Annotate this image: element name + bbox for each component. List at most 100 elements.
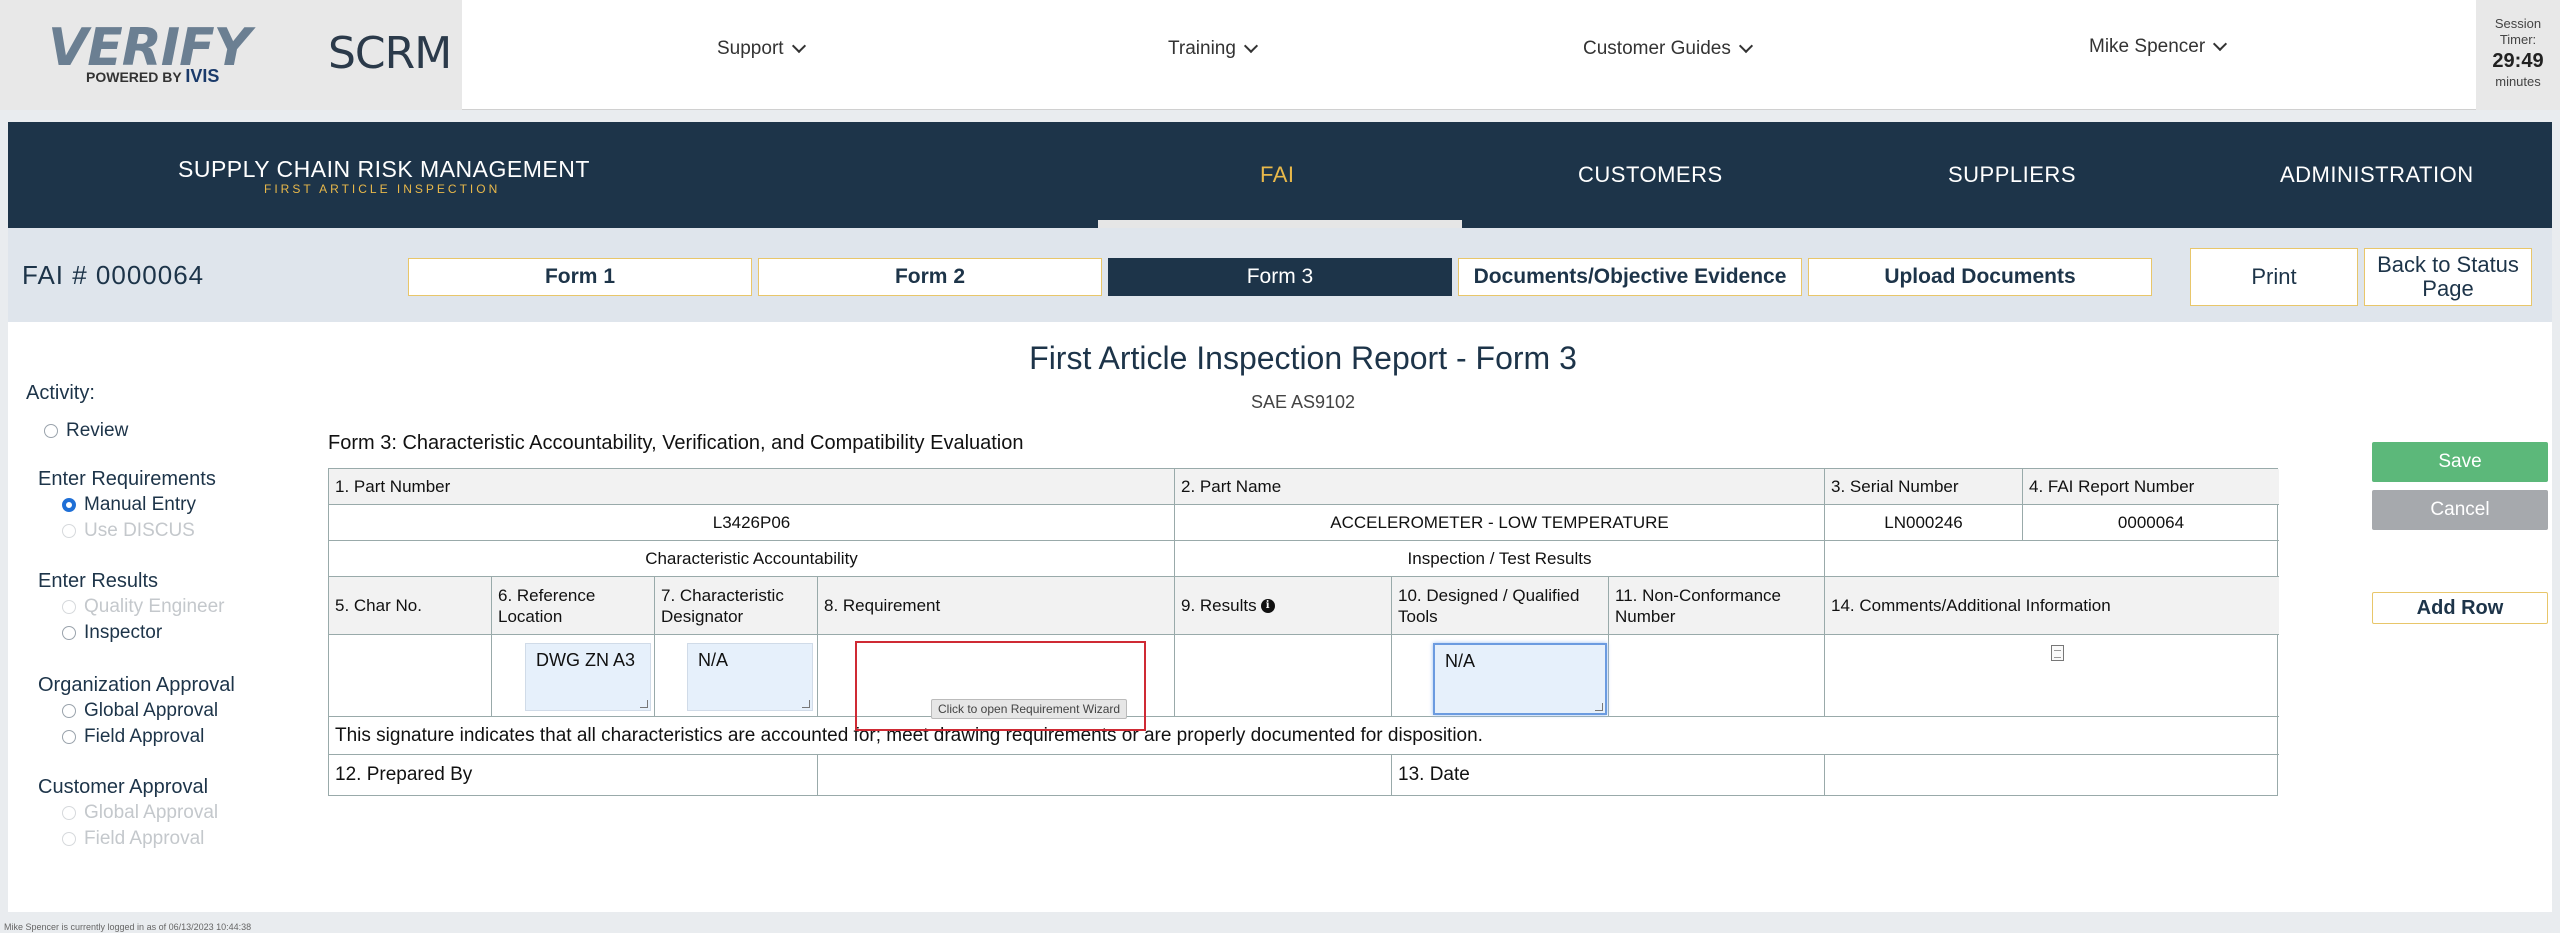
radio-cust-field-approval: Field Approval [62, 828, 204, 850]
main-nav-customers[interactable]: CUSTOMERS [1578, 162, 1723, 188]
resize-handle-icon[interactable] [640, 700, 648, 708]
radio-org-field-approval[interactable]: Field Approval [62, 726, 204, 748]
tools-input[interactable]: N/A [1433, 643, 1607, 715]
radio-org-global-approval-label: Global Approval [84, 700, 219, 721]
main-nav-fai[interactable]: FAI [1260, 162, 1295, 188]
radio-use-discus-label: Use DISCUS [84, 520, 195, 541]
nav-training[interactable]: Training [1168, 38, 1259, 60]
tab-documents-objective-evidence[interactable]: Documents/Objective Evidence [1458, 258, 1802, 296]
prepared-by-label: 12. Prepared By [329, 755, 818, 795]
nav-support[interactable]: Support [717, 38, 806, 60]
col-results: 9. Results i [1175, 577, 1392, 635]
characteristic-designator-value: N/A [698, 650, 729, 670]
signature-statement: This signature indicates that all charac… [329, 717, 2279, 755]
radio-selected-icon [62, 498, 76, 512]
back-to-status-label: Back to Status [2377, 252, 2519, 277]
form-description: Form 3: Characteristic Accountability, V… [328, 432, 1024, 454]
page-subtitle: SAE AS9102 [1250, 392, 1356, 412]
app-subtitle: FIRST ARTICLE INSPECTION [264, 182, 501, 196]
radio-icon [62, 832, 76, 846]
fai-number: FAI # 0000064 [22, 260, 205, 290]
radio-icon [62, 704, 76, 718]
col-char-no: 5. Char No. [329, 577, 492, 635]
logo-area: VERIFY POWERED BY IVIS SCRM [0, 0, 462, 110]
radio-icon [62, 600, 76, 614]
radio-icon [62, 730, 76, 744]
cancel-button[interactable]: Cancel [2372, 490, 2548, 530]
header-serial-number: 3. Serial Number [1825, 469, 2023, 505]
document-icon[interactable] [2051, 645, 2064, 661]
value-fai-report-number: 0000064 [2023, 505, 2279, 541]
tab-form-2[interactable]: Form 2 [758, 258, 1102, 296]
login-status-footer: Mike Spencer is currently logged in as o… [4, 922, 252, 932]
top-bar: VERIFY POWERED BY IVIS SCRM Support Trai… [0, 0, 2560, 110]
user-menu[interactable]: Mike Spencer [2089, 36, 2228, 58]
session-timer-value: 29:49 [2492, 50, 2544, 72]
main-nav-band: SUPPLY CHAIN RISK MANAGEMENT FIRST ARTIC… [8, 122, 2552, 228]
cell-non-conformance [1609, 635, 1825, 717]
tab-upload-documents[interactable]: Upload Documents [1808, 258, 2152, 296]
back-to-status-button[interactable]: Back to Status Page [2364, 248, 2532, 306]
group-enter-requirements: Enter Requirements [38, 468, 216, 490]
radio-review-label: Review [66, 420, 129, 441]
header-part-name: 2. Part Name [1175, 469, 1825, 505]
back-to-status-label-2: Page [2422, 276, 2474, 301]
add-row-button[interactable]: Add Row [2372, 592, 2548, 624]
col-requirement: 8. Requirement [818, 577, 1175, 635]
form-content: Activity: Review Enter Requirements Manu… [8, 322, 2552, 912]
section-empty [1825, 541, 2279, 577]
main-nav-administration[interactable]: ADMINISTRATION [2280, 162, 2474, 188]
radio-quality-engineer-label: Quality Engineer [84, 596, 225, 617]
date-label: 13. Date [1392, 755, 1825, 795]
tab-form-1[interactable]: Form 1 [408, 258, 752, 296]
value-part-number: L3426P06 [329, 505, 1175, 541]
resize-handle-icon[interactable] [1595, 703, 1603, 711]
session-timer-unit: minutes [2495, 74, 2541, 89]
group-organization-approval: Organization Approval [38, 674, 235, 696]
user-name: Mike Spencer [2089, 36, 2206, 57]
info-icon[interactable]: i [1260, 598, 1275, 613]
chevron-down-icon [2213, 36, 2228, 52]
form3-table: 1. Part Number 2. Part Name 3. Serial Nu… [328, 468, 2279, 796]
radio-inspector-label: Inspector [84, 622, 163, 643]
col-comments: 14. Comments/Additional Information [1825, 577, 2279, 635]
radio-manual-entry[interactable]: Manual Entry [62, 494, 196, 516]
reference-location-input[interactable]: DWG ZN A3 [525, 643, 651, 711]
chevron-down-icon [1738, 38, 1753, 54]
app-title: SUPPLY CHAIN RISK MANAGEMENT [178, 156, 590, 182]
nav-support-label: Support [717, 38, 784, 59]
cell-results [1175, 635, 1392, 717]
header-fai-report-number: 4. FAI Report Number [2023, 469, 2279, 505]
header-part-number: 1. Part Number [329, 469, 1175, 505]
print-button[interactable]: Print [2190, 248, 2358, 306]
radio-org-global-approval[interactable]: Global Approval [62, 700, 218, 722]
radio-use-discus: Use DISCUS [62, 520, 195, 542]
form-tabs-bar: FAI # 0000064 Form 1 Form 2 Form 3 Docum… [8, 228, 2552, 322]
radio-org-field-approval-label: Field Approval [84, 726, 205, 747]
radio-cust-global-approval: Global Approval [62, 802, 218, 824]
save-button[interactable]: Save [2372, 442, 2548, 482]
radio-quality-engineer: Quality Engineer [62, 596, 224, 618]
tab-form-3[interactable]: Form 3 [1108, 258, 1452, 296]
page-title: First Article Inspection Report - Form 3 [1029, 340, 1577, 376]
value-part-name: ACCELEROMETER - LOW TEMPERATURE [1175, 505, 1825, 541]
session-timer-label: Session [2494, 16, 2542, 31]
main-nav-suppliers[interactable]: SUPPLIERS [1948, 162, 2076, 188]
tools-value: N/A [1445, 651, 1476, 671]
prepared-by-value [818, 755, 1392, 795]
radio-inspector[interactable]: Inspector [62, 622, 162, 644]
section-characteristic-accountability: Characteristic Accountability [329, 541, 1175, 577]
ivis-logo: IVIS [185, 66, 220, 86]
resize-handle-icon[interactable] [802, 700, 810, 708]
powered-by-label: POWERED BY [86, 69, 182, 85]
col-reference-location: 6. Reference Location [492, 577, 655, 635]
date-value [1825, 755, 2279, 795]
radio-icon [44, 424, 58, 438]
reference-location-value: DWG ZN A3 [536, 650, 636, 670]
col-designed-qualified-tools: 10. Designed / Qualified Tools [1392, 577, 1609, 635]
nav-customer-guides[interactable]: Customer Guides [1583, 38, 1753, 60]
section-inspection-test-results: Inspection / Test Results [1175, 541, 1825, 577]
characteristic-designator-input[interactable]: N/A [687, 643, 813, 711]
radio-review[interactable]: Review [44, 420, 128, 442]
radio-cust-global-approval-label: Global Approval [84, 802, 219, 823]
